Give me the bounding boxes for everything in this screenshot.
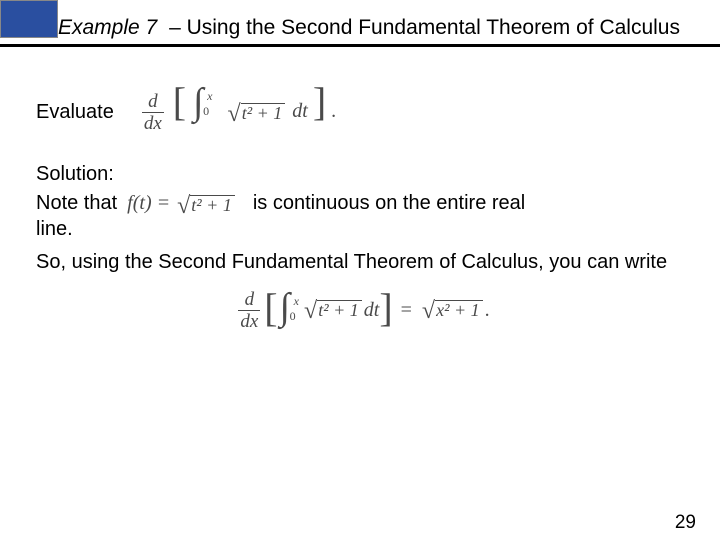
slide-body: Evaluate d dx [ ∫ x 0 √ t² + 1 dt ] . xyxy=(0,60,720,331)
sqrt: √ t² + 1 xyxy=(228,103,286,124)
right-bracket: ] xyxy=(313,79,326,124)
example-number: Example 7 xyxy=(58,16,157,39)
res-frac-den: dx xyxy=(238,312,260,331)
page-number: 29 xyxy=(675,512,696,534)
integral-upper: x xyxy=(207,89,212,104)
solution-heading: Solution: xyxy=(36,163,688,186)
ft-sqrt: √ t² + 1 xyxy=(177,195,235,216)
res-int-lower: 0 xyxy=(290,309,296,324)
integral-lower: 0 xyxy=(203,104,209,119)
res-frac-num: d xyxy=(243,290,257,309)
slide-title: Example 7 – Using the Second Fundamental… xyxy=(58,16,680,40)
ft-expression: f(t) = √ t² + 1 xyxy=(127,192,237,216)
period: . xyxy=(331,100,336,122)
dt: dt xyxy=(292,100,308,122)
res-int-upper: x xyxy=(294,294,299,309)
equals-sign: = xyxy=(401,299,412,322)
evaluate-expression: d dx [ ∫ x 0 √ t² + 1 dt ] . xyxy=(138,92,336,133)
res-frac: d dx xyxy=(238,290,260,331)
ddx-fraction: d dx xyxy=(142,92,164,133)
result-equation-row: d dx [ ∫ x 0 √ t² + 1 dt ] = √ x² + 1 . xyxy=(36,290,688,331)
evaluate-label: Evaluate xyxy=(36,101,114,124)
note-line-1: Note that f(t) = √ t² + 1 is continuous … xyxy=(36,192,688,216)
title-text: Using the Second Fundamental Theorem of … xyxy=(187,16,680,39)
ft-lhs: f(t) = xyxy=(127,192,175,214)
res-sqrt-left: √ t² + 1 xyxy=(304,300,362,321)
line-word: line. xyxy=(36,218,73,241)
res-radicand-right: x² + 1 xyxy=(435,300,483,321)
so-text: So, using the Second Fundamental Theorem… xyxy=(36,249,688,276)
left-bracket: [ xyxy=(173,79,186,124)
slide-header: Example 7 – Using the Second Fundamental… xyxy=(0,8,720,60)
frac-num: d xyxy=(146,92,160,111)
frac-den: dx xyxy=(142,114,164,133)
radicand: t² + 1 xyxy=(241,103,286,124)
ft-radicand: t² + 1 xyxy=(190,195,235,216)
note-that: Note that xyxy=(36,192,117,215)
result-equation: d dx [ ∫ x 0 √ t² + 1 dt ] = √ x² + 1 . xyxy=(234,290,489,331)
title-separator: – xyxy=(169,16,181,39)
evaluate-row: Evaluate d dx [ ∫ x 0 √ t² + 1 dt ] . xyxy=(36,92,688,133)
res-radicand-left: t² + 1 xyxy=(317,300,362,321)
res-dt: dt xyxy=(364,299,380,322)
note-line-2: line. xyxy=(36,218,688,241)
header-accent-box xyxy=(0,0,58,38)
res-period: . xyxy=(485,299,490,322)
res-sqrt-right: √ x² + 1 xyxy=(422,300,483,321)
cont-text: is continuous on the entire real xyxy=(253,192,525,215)
header-underline xyxy=(0,44,720,47)
